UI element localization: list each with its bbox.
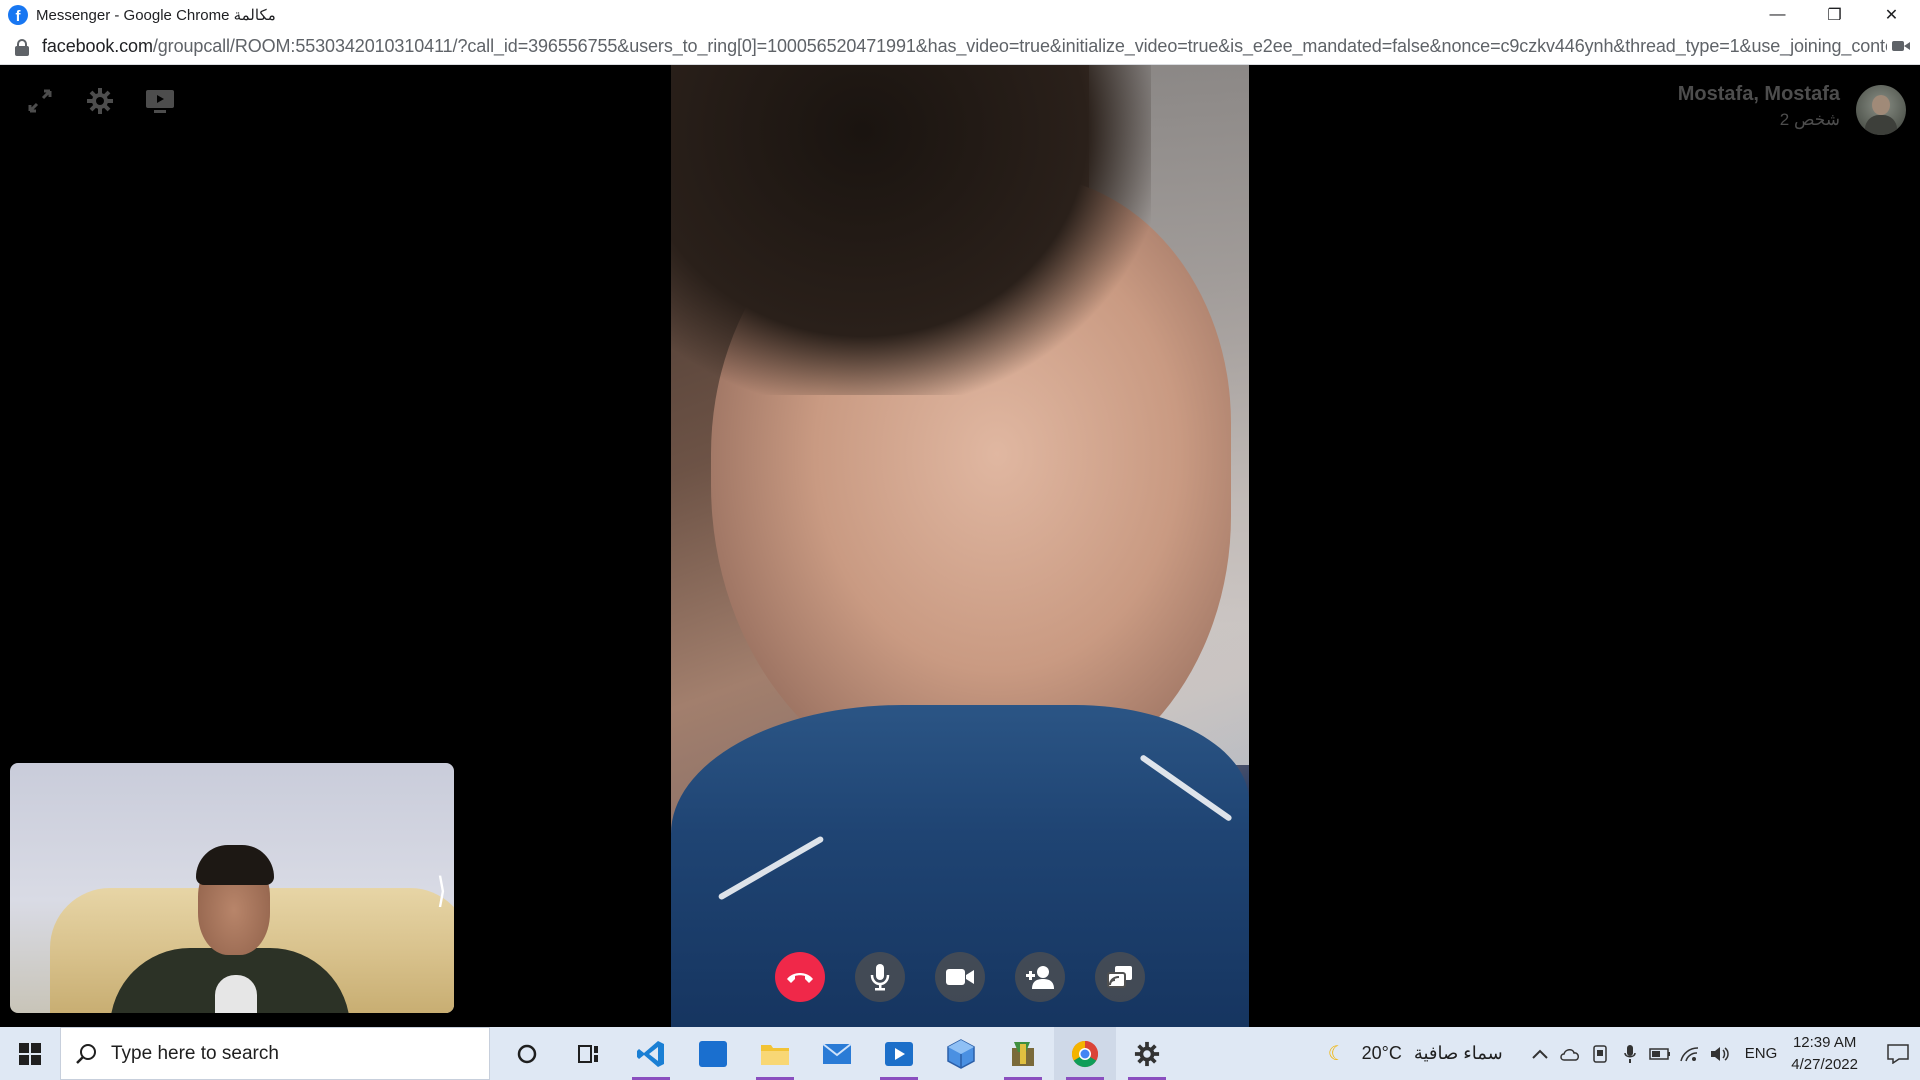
address-bar[interactable]: facebook.com/groupcall/ROOM:553034201031…	[0, 29, 1920, 65]
chevron-up-icon[interactable]	[1525, 1027, 1555, 1080]
clock[interactable]: 12:39 AM 4/27/2022	[1791, 1032, 1858, 1076]
caller-name: Mostafa, Mostafa	[1677, 83, 1840, 105]
system-tray: ☾ 20°C سماء صافية ENG 12:39 AM 4/27/2022	[1328, 1027, 1920, 1080]
3d-box-icon[interactable]	[930, 1027, 992, 1080]
volume-icon[interactable]	[1705, 1027, 1735, 1080]
caller-info: Mostafa, Mostafa 2 شخص	[1678, 83, 1840, 130]
moon-icon: ☾	[1327, 1043, 1346, 1065]
self-view-video[interactable]: ⟩	[10, 763, 454, 1013]
url-domain: facebook.com	[42, 36, 153, 56]
add-person-icon	[1026, 966, 1054, 989]
call-stage: Mostafa, Mostafa 2 شخص ⟩	[0, 65, 1920, 1027]
chrome-icon[interactable]	[1054, 1027, 1116, 1080]
window-controls: — ❐ ✕	[1749, 0, 1920, 29]
device-icon[interactable]	[1585, 1027, 1615, 1080]
remote-video	[671, 65, 1249, 1027]
call-controls	[775, 952, 1145, 1002]
window-title-bar: f Messenger - Google Chrome مكالمة — ❐ ✕	[0, 0, 1920, 29]
battery-icon[interactable]	[1645, 1027, 1675, 1080]
taskbar: Type here to search ☾ 20°C سماء صافية EN…	[0, 1027, 1920, 1080]
start-button[interactable]	[0, 1027, 60, 1080]
settings-icon[interactable]	[1116, 1027, 1178, 1080]
url-path: /groupcall/ROOM:5530342010310411/?call_i…	[152, 36, 1887, 56]
call-tools	[24, 85, 176, 117]
end-call-button[interactable]	[775, 952, 825, 1002]
weather-description: سماء صافية	[1413, 1043, 1503, 1063]
lock-icon[interactable]	[14, 38, 30, 56]
switch-view-button[interactable]	[1095, 952, 1145, 1002]
window-title: Messenger - Google Chrome مكالمة	[36, 6, 276, 24]
microphone-button[interactable]	[855, 952, 905, 1002]
taskbar-search[interactable]: Type here to search	[60, 1027, 490, 1080]
wifi-icon[interactable]	[1675, 1027, 1705, 1080]
weather-widget[interactable]: ☾ 20°C سماء صافية	[1328, 1041, 1503, 1066]
chevron-right-icon[interactable]: ⟩	[437, 871, 445, 911]
url-text[interactable]: facebook.com/groupcall/ROOM:553034201031…	[42, 36, 1887, 57]
task-view-icon[interactable]	[558, 1027, 620, 1080]
file-explorer-icon[interactable]	[744, 1027, 806, 1080]
weather-temp: 20°C	[1361, 1043, 1402, 1063]
clock-date: 4/27/2022	[1791, 1055, 1858, 1073]
avatar[interactable]	[1856, 85, 1906, 135]
gear-icon[interactable]	[84, 85, 116, 117]
expand-icon[interactable]	[24, 85, 56, 117]
microphone-icon	[870, 964, 890, 991]
close-button[interactable]: ✕	[1863, 0, 1920, 29]
clock-time: 12:39 AM	[1792, 1033, 1857, 1051]
vscode-icon[interactable]	[620, 1027, 682, 1080]
end-call-icon	[787, 973, 813, 983]
language-indicator[interactable]: ENG	[1745, 1045, 1778, 1062]
windows-icon	[19, 1042, 41, 1065]
taskbar-apps	[496, 1027, 1178, 1080]
onedrive-icon[interactable]	[1555, 1027, 1585, 1080]
screen-share-icon[interactable]	[144, 85, 176, 117]
notification-icon[interactable]	[1876, 1027, 1920, 1080]
video-camera-icon	[946, 969, 974, 985]
camera-in-use-icon[interactable]	[1892, 39, 1910, 53]
video-button[interactable]	[935, 952, 985, 1002]
search-placeholder: Type here to search	[111, 1042, 279, 1064]
restore-button[interactable]: ❐	[1806, 0, 1863, 29]
minimize-button[interactable]: —	[1749, 0, 1806, 29]
app-icon[interactable]	[992, 1027, 1054, 1080]
store-icon[interactable]	[682, 1027, 744, 1080]
cortana-icon[interactable]	[496, 1027, 558, 1080]
microphone-tray-icon[interactable]	[1615, 1027, 1645, 1080]
participant-count: 2 شخص	[1779, 110, 1840, 129]
mail-icon[interactable]	[806, 1027, 868, 1080]
switch-view-icon	[1107, 966, 1132, 988]
facebook-icon: f	[8, 4, 28, 25]
search-icon	[76, 1043, 96, 1064]
media-player-icon[interactable]	[868, 1027, 930, 1080]
add-person-button[interactable]	[1015, 952, 1065, 1002]
